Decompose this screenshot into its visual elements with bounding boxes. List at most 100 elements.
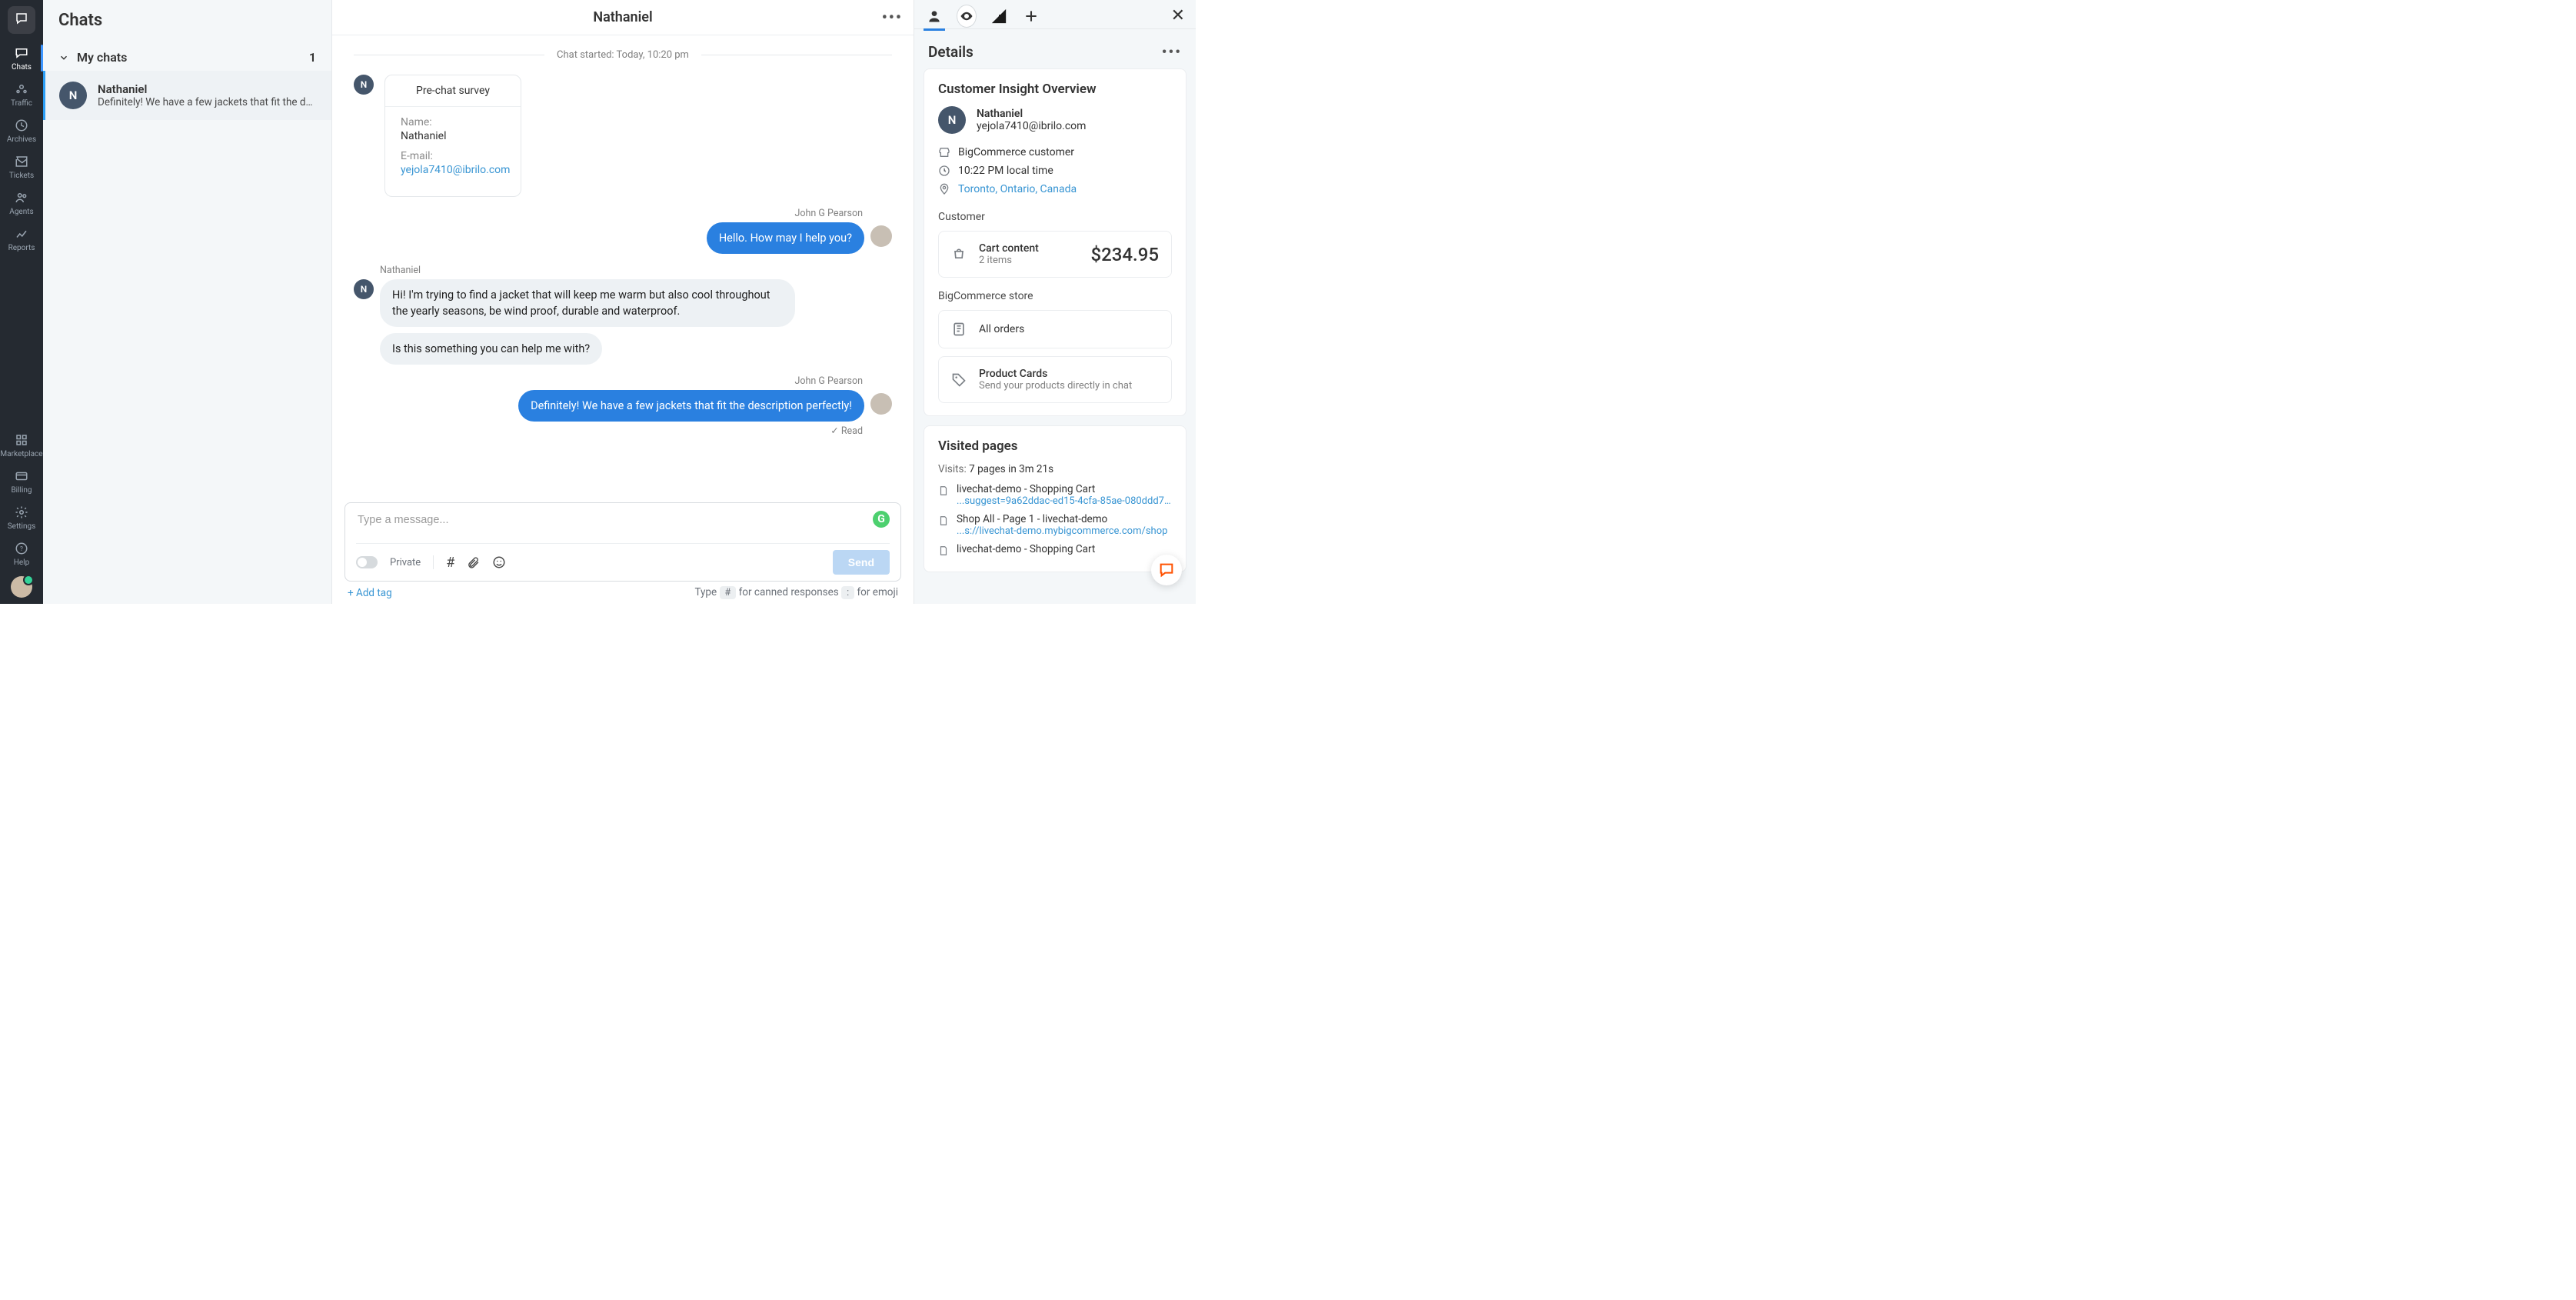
visited-page-url[interactable]: ...s://livechat-demo.mybigcommerce.com/s… — [957, 525, 1172, 537]
group-count: 1 — [309, 50, 316, 65]
nav-agents[interactable]: Agents — [0, 185, 43, 221]
add-tag-link[interactable]: + Add tag — [348, 587, 392, 599]
chat-bubble-icon — [1158, 562, 1175, 578]
tickets-icon — [15, 155, 28, 168]
grammarly-icon[interactable]: G — [873, 511, 890, 528]
chats-title: Chats — [43, 0, 331, 39]
sender-label: John G Pearson — [354, 208, 863, 219]
cart-label: Cart content — [979, 242, 1039, 255]
details-tabs: ✕ — [914, 0, 1196, 29]
tab-profile[interactable] — [925, 7, 944, 25]
chat-item-preview: Definitely! We have a few jackets that f… — [98, 96, 318, 108]
details-close[interactable]: ✕ — [1171, 6, 1185, 25]
prechat-survey-card: Pre-chat survey Name: Nathaniel E-mail: … — [384, 75, 521, 197]
billing-icon — [15, 469, 28, 483]
agent-avatar — [870, 393, 892, 415]
visited-page-title[interactable]: livechat-demo - Shopping Cart — [957, 543, 1172, 555]
apps-icon — [15, 433, 28, 447]
nav-help[interactable]: ? Help — [0, 535, 43, 572]
traffic-icon — [15, 82, 28, 96]
archives-icon — [15, 118, 28, 132]
page-icon — [938, 515, 949, 526]
brand-logo — [8, 6, 35, 34]
svg-text:?: ? — [20, 545, 23, 553]
visited-page-url[interactable]: ...suggest=9a62ddac-ed15-4cfa-85ae-080dd… — [957, 495, 1172, 507]
agents-icon — [15, 191, 28, 205]
tab-bigcommerce[interactable] — [990, 7, 1008, 25]
tab-add[interactable] — [1022, 7, 1040, 25]
emoji-icon[interactable] — [492, 555, 506, 569]
visits-summary: Visits: 7 pages in 3m 21s — [938, 463, 1172, 475]
survey-name-label: Name: — [401, 116, 505, 128]
hash-button[interactable]: # — [446, 555, 454, 571]
chevron-down-icon — [58, 52, 69, 63]
visited-page-title[interactable]: livechat-demo - Shopping Cart — [957, 483, 1172, 495]
gear-icon — [15, 505, 28, 519]
product-cards-card[interactable]: Product Cards Send your products directl… — [938, 356, 1172, 403]
survey-title: Pre-chat survey — [385, 75, 521, 107]
survey-email-value[interactable]: yejola7410@ibrilo.com — [401, 164, 505, 176]
nav-chats[interactable]: Chats — [0, 40, 43, 76]
nav-marketplace[interactable]: Marketplace — [0, 427, 43, 463]
chat-bubble-icon — [15, 12, 28, 25]
agent-avatar — [870, 225, 892, 247]
tag-icon — [951, 372, 967, 388]
chats-panel: Chats My chats 1 N Nathaniel Definitely!… — [43, 0, 332, 604]
cart-sub: 2 items — [979, 255, 1039, 266]
details-more-menu[interactable]: ••• — [1162, 43, 1182, 61]
chat-started-divider: Chat started: Today, 10:20 pm — [354, 49, 892, 61]
details-title: Details — [928, 43, 973, 61]
composer-hints: Type # for canned responses : for emoji — [694, 586, 898, 599]
nav-archives[interactable]: Archives — [0, 112, 43, 148]
cart-content-card[interactable]: Cart content 2 items $234.95 — [938, 231, 1172, 278]
orders-icon — [951, 322, 967, 337]
customer-section-label: Customer — [938, 211, 1172, 223]
tab-view[interactable] — [957, 7, 976, 25]
customer-name: Nathaniel — [977, 108, 1086, 120]
avatar: N — [938, 106, 966, 134]
cart-icon — [951, 247, 967, 262]
prodcards-label: Product Cards — [979, 368, 1132, 380]
customer-insight-card: Customer Insight Overview N Nathaniel ye… — [924, 68, 1186, 416]
orders-label: All orders — [979, 323, 1024, 335]
location-link[interactable]: Toronto, Ontario, Canada — [958, 183, 1077, 195]
chat-item-name: Nathaniel — [98, 82, 318, 96]
page-icon — [938, 545, 949, 556]
message-input[interactable] — [356, 511, 890, 543]
avatar: N — [354, 75, 374, 95]
group-label: My chats — [77, 50, 127, 65]
details-panel: ✕ Details ••• Customer Insight Overview … — [914, 0, 1196, 604]
send-button[interactable]: Send — [833, 550, 890, 575]
page-icon — [938, 485, 949, 496]
sender-label: John G Pearson — [354, 375, 863, 387]
chats-icon — [15, 46, 28, 60]
person-icon — [927, 8, 942, 24]
chat-list-item[interactable]: N Nathaniel Definitely! We have a few ja… — [43, 71, 331, 120]
cart-amount: $234.95 — [1090, 244, 1159, 265]
nav-tickets[interactable]: Tickets — [0, 148, 43, 185]
conversation-more-menu[interactable]: ••• — [882, 9, 903, 25]
platform: BigCommerce customer — [958, 146, 1074, 158]
all-orders-card[interactable]: All orders — [938, 310, 1172, 348]
survey-name-value: Nathaniel — [401, 130, 505, 142]
attach-icon[interactable] — [467, 556, 480, 569]
store-icon — [938, 146, 950, 158]
eye-icon — [960, 9, 973, 23]
floating-chat-button[interactable] — [1151, 555, 1182, 585]
visited-page-title[interactable]: Shop All - Page 1 - livechat-demo — [957, 513, 1172, 525]
read-receipt: Read — [354, 425, 863, 437]
current-user-avatar[interactable] — [11, 576, 32, 598]
nav-settings[interactable]: Settings — [0, 499, 43, 535]
conversation-title: Nathaniel — [593, 9, 652, 25]
location-icon — [938, 183, 950, 195]
chats-group-header[interactable]: My chats 1 — [43, 39, 331, 71]
private-toggle[interactable] — [356, 556, 378, 568]
reports-icon — [15, 227, 28, 241]
nav-reports[interactable]: Reports — [0, 221, 43, 257]
help-icon: ? — [15, 542, 28, 555]
avatar: N — [354, 279, 374, 299]
agent-message: Hello. How may I help you? — [707, 222, 864, 254]
nav-traffic[interactable]: Traffic — [0, 76, 43, 112]
nav-billing[interactable]: Billing — [0, 463, 43, 499]
agent-message: Definitely! We have a few jackets that f… — [518, 390, 864, 422]
